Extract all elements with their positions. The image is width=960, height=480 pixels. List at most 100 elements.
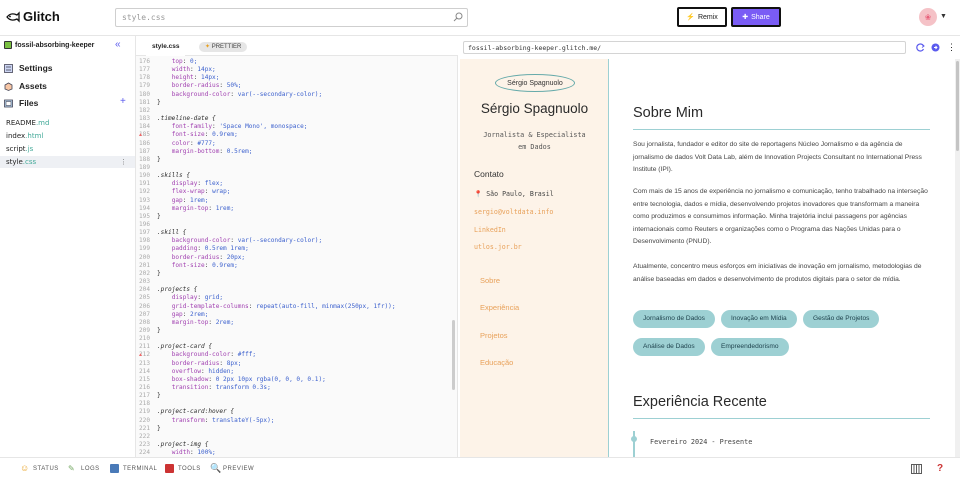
timeline-dot	[631, 436, 637, 442]
code-line: 204 .projects {	[136, 286, 197, 294]
remix-button[interactable]: ⚡ Remix	[677, 7, 727, 27]
glitch-editor-app: Glitch style.css ⚡ Remix ✚ Share ❀ ▼ fos…	[0, 0, 960, 480]
warning-icon[interactable]: ▲	[138, 352, 143, 358]
code-text: .project-img {	[157, 441, 209, 449]
line-number: 217	[138, 392, 150, 400]
terminal-button[interactable]: TERMINAL	[110, 464, 157, 473]
file-base: style	[6, 158, 23, 166]
file-options-icon[interactable]: ⋮	[120, 156, 127, 168]
code-text: .project-card:hover {	[157, 408, 235, 416]
sidebar-item-files[interactable]: Files	[4, 98, 38, 108]
code-line: 221}	[136, 425, 161, 433]
search-placeholder: style.css	[122, 13, 166, 22]
code-line: 195}	[136, 213, 161, 221]
contact-site-link[interactable]: utlos.jor.br	[474, 243, 522, 251]
preview-button[interactable]: 🔍 PREVIEW	[210, 464, 254, 473]
line-number: 190	[138, 172, 150, 180]
site-nav-projetos[interactable]: Projetos	[480, 331, 508, 340]
profile-sidebar: Sérgio Spagnuolo Sérgio Spagnuolo Jornal…	[460, 59, 609, 457]
site-nav-experiencia[interactable]: Experiência	[480, 303, 519, 312]
preview-url-input[interactable]: fossil-absorbing-keeper.glitch.me/	[463, 41, 906, 54]
line-number: 177	[138, 66, 150, 74]
code-text: box-shadow: 0 2px 10px rgba(0, 0, 0, 0.1…	[171, 375, 326, 383]
user-avatar[interactable]: ❀	[919, 8, 937, 26]
code-text: height: 14px;	[171, 74, 220, 82]
line-number: 198	[138, 237, 150, 245]
file-base: README	[6, 119, 36, 127]
preview-scrollbar-thumb[interactable]	[956, 61, 959, 151]
prettier-button[interactable]: ✦ PRETTIER	[199, 42, 248, 52]
line-number: 219	[138, 408, 150, 416]
tools-button[interactable]: TOOLS	[165, 464, 201, 473]
status-button[interactable]: ☺ STATUS	[20, 464, 59, 473]
editor-scrollbar[interactable]	[452, 320, 455, 390]
code-text: top: 0;	[171, 58, 198, 65]
top-bar: Glitch style.css ⚡ Remix ✚ Share ❀ ▼	[0, 0, 960, 36]
code-line: 191 display: flex;	[136, 180, 223, 188]
code-text: margin-bottom: 0.5rem;	[171, 147, 253, 155]
tab-style-css[interactable]: style.css	[146, 36, 186, 56]
code-line: 199 padding: 0.5rem 1rem;	[136, 245, 249, 253]
share-icon: ✚	[742, 14, 749, 21]
code-text: background-color: var(--secondary-color)…	[171, 237, 323, 245]
keyboard-icon[interactable]	[911, 464, 922, 474]
share-button[interactable]: ✚ Share	[731, 7, 781, 27]
warning-icon[interactable]: ▲	[138, 132, 143, 138]
code-line: 183 .timeline-date {	[136, 115, 216, 123]
code-line: 197 .skill {	[136, 229, 186, 237]
code-line: 186 color: #777;	[136, 140, 216, 148]
code-line: 184 font-family: 'Space Mono', monospace…	[136, 123, 307, 131]
site-nav-educacao[interactable]: Educação	[480, 358, 513, 367]
preview-label: PREVIEW	[223, 465, 255, 472]
line-number: 179	[138, 82, 150, 90]
code-text: .projects {	[157, 286, 198, 294]
code-text: border-radius: 50%;	[171, 82, 242, 90]
skill-tag: Empreendedorismo	[711, 338, 789, 356]
open-preview-icon[interactable]	[931, 43, 940, 52]
profile-role-line1: Jornalista & Especialista	[483, 131, 586, 139]
code-line: 203	[136, 278, 157, 286]
file-readme[interactable]: README.md	[6, 119, 49, 127]
code-line: 200 border-radius: 20px;	[136, 254, 245, 262]
experience-divider	[633, 418, 930, 419]
location-pin-icon: 📍	[474, 190, 483, 198]
skill-tag: Jornalismo de Dados	[633, 310, 715, 328]
line-number: 192	[138, 188, 150, 196]
contact-email-link[interactable]: sergio@voltdata.info	[474, 208, 553, 216]
code-editor[interactable]: 176 top: 0; 177 width: 14px; 178 height: 1…	[136, 56, 458, 457]
share-label: Share	[751, 13, 770, 21]
code-text: display: grid;	[171, 294, 224, 302]
contact-linkedin-link[interactable]: LinkedIn	[474, 226, 506, 234]
line-number: 211	[138, 343, 150, 351]
refresh-icon[interactable]	[916, 43, 925, 52]
line-number: 191	[138, 180, 150, 188]
project-icon	[4, 41, 12, 49]
chevron-down-icon[interactable]: ▼	[940, 13, 947, 20]
code-line: 217}	[136, 392, 161, 400]
file-index-html[interactable]: index.html	[6, 132, 43, 140]
site-nav-sobre[interactable]: Sobre	[480, 276, 500, 285]
code-text: border-radius: 8px;	[171, 359, 242, 367]
more-options-icon[interactable]: ⋮	[947, 43, 956, 52]
search-input[interactable]: style.css	[115, 8, 468, 27]
sidebar-item-assets[interactable]: Assets	[4, 81, 47, 91]
tab-label: style.css	[152, 43, 180, 50]
file-script-js[interactable]: script.js	[6, 145, 33, 153]
editor-tabs: style.css ✦ PRETTIER	[136, 36, 458, 56]
tools-icon	[165, 464, 174, 473]
line-number: 206	[138, 302, 150, 310]
sidebar-item-settings[interactable]: Settings	[4, 63, 53, 73]
add-file-icon[interactable]: +	[120, 96, 126, 107]
help-icon[interactable]: ?	[937, 463, 943, 474]
collapse-sidebar-icon[interactable]: «	[115, 40, 121, 50]
preview-scrollbar[interactable]	[955, 59, 960, 457]
glitch-logo[interactable]: Glitch	[6, 9, 60, 24]
project-name[interactable]: fossil-absorbing-keeper	[4, 41, 94, 49]
status-label: STATUS	[33, 465, 59, 472]
line-number: 197	[138, 229, 150, 237]
code-line: 220 transform: translateY(-5px);	[136, 417, 274, 425]
code-text: }	[157, 392, 161, 400]
logs-button[interactable]: ✎ LOGS	[68, 464, 100, 473]
file-style-css[interactable]: style.css ⋮	[0, 156, 135, 168]
code-text: margin-top: 2rem;	[171, 318, 235, 326]
